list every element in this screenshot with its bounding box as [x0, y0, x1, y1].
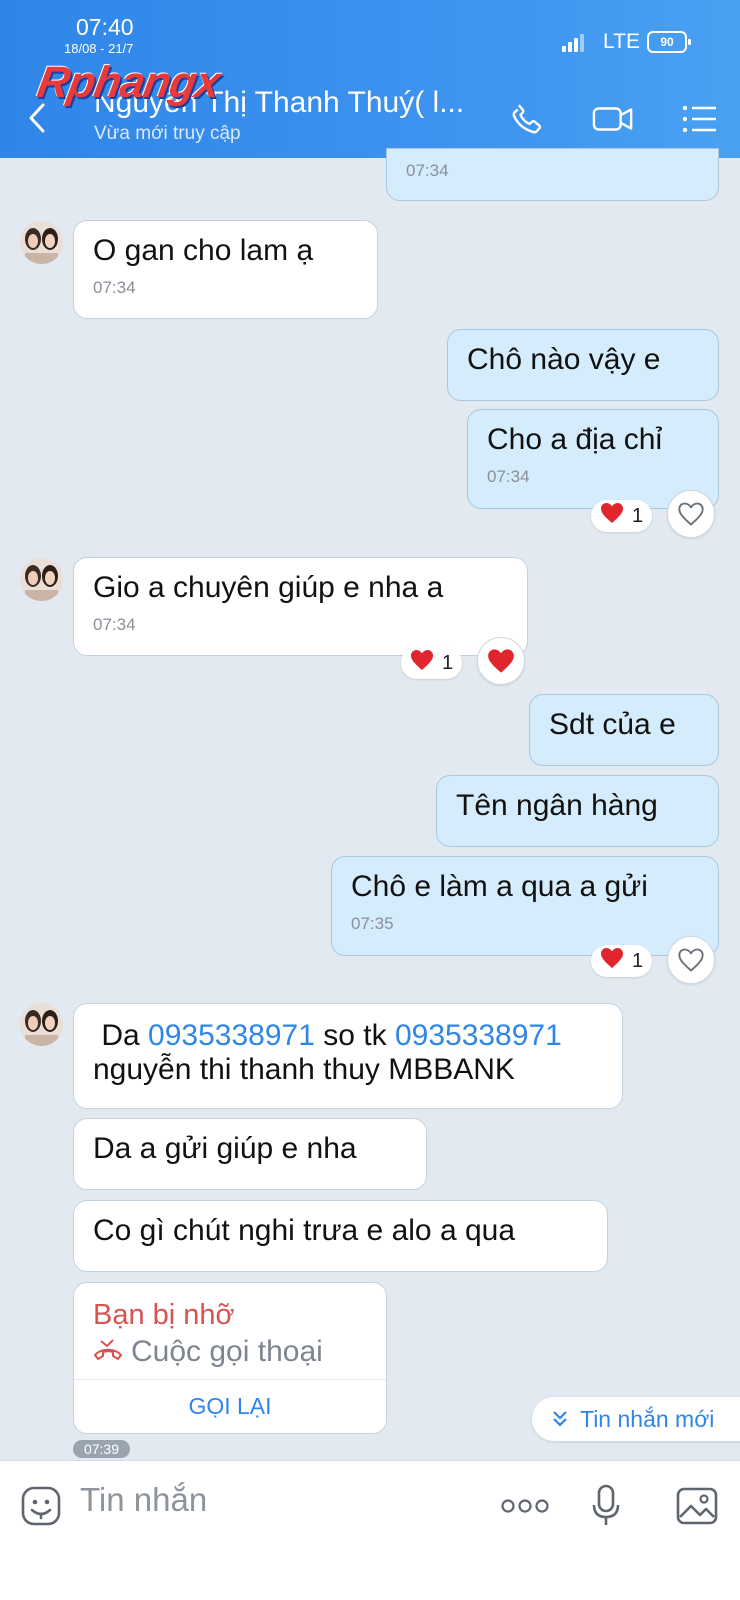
- video-call-icon[interactable]: [592, 98, 634, 140]
- heart-reaction-button[interactable]: [477, 637, 525, 685]
- message-input-bar: Tin nhắn: [0, 1460, 740, 1600]
- heart-icon: [600, 502, 624, 530]
- heart-icon: [410, 649, 434, 677]
- message-text: Tên ngân hàng: [456, 789, 658, 822]
- message-bubble-outgoing[interactable]: Tên ngân hàng: [436, 775, 719, 847]
- more-options-icon[interactable]: [500, 1483, 550, 1529]
- message-text: nguyễn thi thanh thuy MBBANK: [93, 1052, 515, 1086]
- message-text: Co gì chút nghi trưa e alo a qua: [93, 1214, 516, 1247]
- reaction-summary[interactable]: 1: [591, 945, 653, 977]
- battery-icon: 90: [647, 31, 691, 53]
- status-date: 18/08 - 21/7: [64, 41, 134, 56]
- message-time: 07:34: [93, 277, 136, 297]
- contact-avatar[interactable]: [20, 1003, 63, 1046]
- call-time-badge: 07:39: [73, 1440, 130, 1458]
- message-text: Da: [101, 1019, 140, 1052]
- message-time: 07:34: [93, 614, 136, 634]
- message-time: 07:34: [406, 161, 449, 180]
- microphone-icon[interactable]: [583, 1483, 629, 1529]
- status-time: 07:40: [76, 14, 134, 40]
- message-bubble-outgoing[interactable]: Sdt của e: [529, 694, 719, 766]
- like-heart-button[interactable]: [667, 490, 715, 538]
- missed-call-title: Bạn bị nhỡ: [93, 1299, 235, 1331]
- signal-icon: [562, 34, 586, 52]
- network-type: LTE: [603, 30, 640, 53]
- sticker-emoji-icon[interactable]: [18, 1483, 64, 1529]
- reaction-count: 1: [632, 504, 644, 527]
- message-bubble-incoming[interactable]: Gio a chuyên giúp e nha a 07:34: [73, 557, 528, 656]
- new-messages-button[interactable]: Tin nhắn mới: [532, 1397, 740, 1441]
- message-text: Chô e làm a qua a gửi: [351, 870, 648, 903]
- chat-header: 07:40 18/08 - 21/7 LTE 90 Rphangx Nguyễn…: [0, 0, 740, 158]
- contact-avatar[interactable]: [20, 221, 63, 264]
- account-number-link[interactable]: 0935338971: [395, 1019, 562, 1052]
- message-bubble-outgoing[interactable]: Chô nào vậy e: [447, 329, 719, 401]
- message-text: Cho a địa chỉ: [487, 423, 663, 456]
- missed-call-icon: [93, 1335, 123, 1369]
- message-input[interactable]: Tin nhắn: [80, 1481, 207, 1519]
- message-time: 07:34: [487, 466, 530, 486]
- message-bubble-outgoing[interactable]: Chô e làm a qua a gửi 07:35: [331, 856, 719, 956]
- missed-call-card: Bạn bị nhỡ Cuộc gọi thoại GỌI LẠI: [73, 1282, 387, 1434]
- reaction-summary[interactable]: 1: [591, 500, 653, 532]
- reaction-count: 1: [632, 949, 644, 972]
- message-text: Chô nào vậy e: [467, 343, 661, 376]
- image-gallery-icon[interactable]: [674, 1483, 720, 1529]
- message-bubble-incoming[interactable]: Co gì chút nghi trưa e alo a qua: [73, 1200, 608, 1272]
- menu-list-icon[interactable]: [679, 98, 721, 140]
- new-messages-label: Tin nhắn mới: [580, 1405, 715, 1432]
- message-bubble-incoming[interactable]: O gan cho lam ạ 07:34: [73, 220, 378, 319]
- message-time: 07:35: [351, 913, 394, 933]
- message-text: O gan cho lam ạ: [93, 234, 314, 267]
- message-text: Sdt của e: [549, 708, 676, 741]
- message-text: Da a gửi giúp e nha: [93, 1132, 357, 1165]
- phone-number-link[interactable]: 0935338971: [148, 1019, 315, 1052]
- message-bubble-incoming[interactable]: Da 0935338971 so tk 0935338971 nguyễn th…: [73, 1003, 623, 1109]
- back-icon[interactable]: [22, 98, 52, 138]
- reaction-summary[interactable]: 1: [401, 647, 463, 679]
- message-bubble-outgoing[interactable]: 07:34: [386, 148, 719, 201]
- contact-avatar[interactable]: [20, 558, 63, 601]
- divider: [74, 1379, 386, 1380]
- contact-status: Vừa mới truy cập: [94, 123, 241, 144]
- reaction-count: 1: [442, 651, 454, 674]
- message-text: Gio a chuyên giúp e nha a: [93, 571, 444, 604]
- like-heart-button[interactable]: [667, 936, 715, 984]
- call-back-button[interactable]: GỌI LẠI: [74, 1393, 386, 1420]
- message-text: so tk: [323, 1019, 387, 1052]
- chevron-double-down-icon: [552, 1406, 568, 1433]
- missed-call-type: Cuộc gọi thoại: [93, 1335, 323, 1369]
- phone-call-icon[interactable]: [506, 98, 548, 140]
- message-bubble-incoming[interactable]: Da a gửi giúp e nha: [73, 1118, 427, 1190]
- watermark-logo: Rphangx: [33, 58, 224, 107]
- heart-icon: [600, 947, 624, 975]
